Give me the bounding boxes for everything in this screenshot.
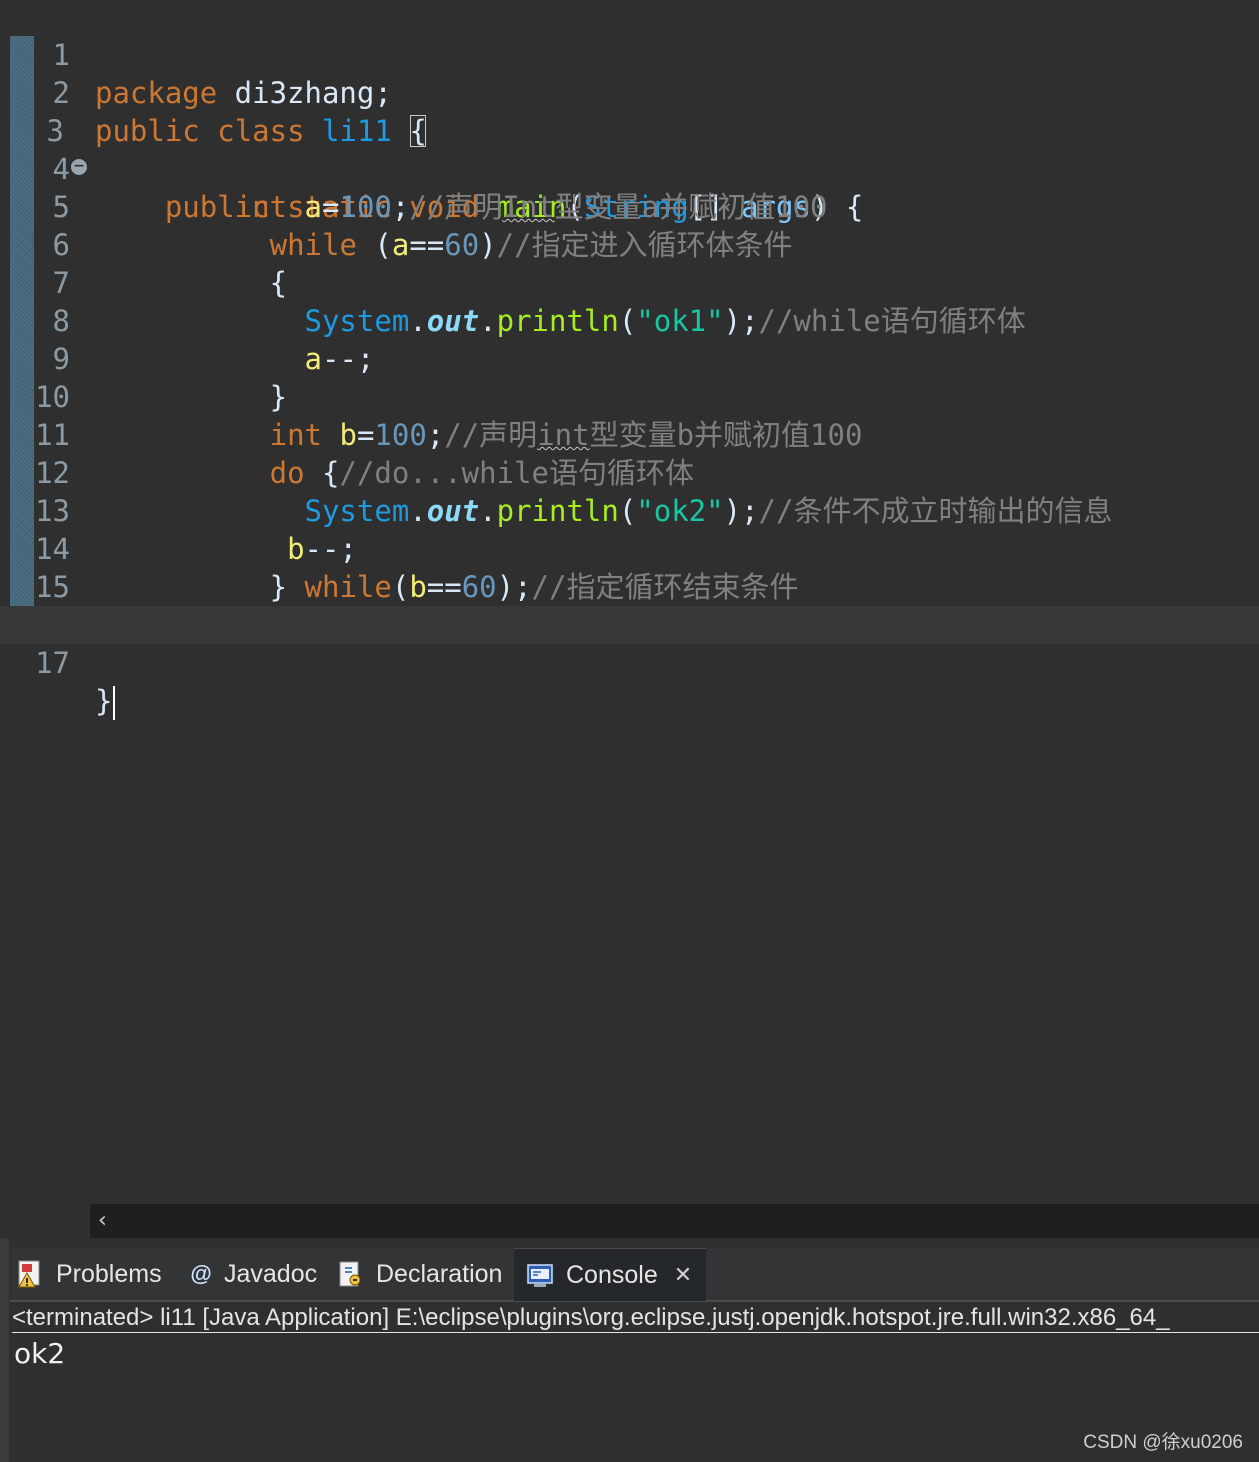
code-text: } (95, 682, 116, 720)
tab-problems[interactable]: Problems (16, 1248, 162, 1300)
tab-javadoc[interactable]: @ Javadoc (190, 1248, 317, 1300)
line-number: 17 (35, 646, 70, 680)
watermark: CSDN @徐xu0206 (1083, 1432, 1243, 1453)
console-icon (526, 1260, 554, 1290)
code-line-13[interactable]: 13 b--; (0, 454, 1259, 566)
problems-icon (16, 1259, 44, 1289)
horizontal-scrollbar[interactable]: ‹ (90, 1204, 1259, 1238)
tab-label: Problems (56, 1259, 162, 1288)
console-output-text[interactable]: ok2 (14, 1336, 65, 1372)
code-line-17-current[interactable]: 17 } (0, 606, 1259, 720)
close-icon[interactable]: ✕ (674, 1263, 692, 1288)
code-line-2[interactable]: 2 public class li11 { (0, 36, 1259, 148)
code-line-9[interactable]: 9 } (0, 302, 1259, 414)
code-line-14[interactable]: 14 } while(b==60);//指定循环结束条件 (0, 492, 1259, 604)
code-line-16[interactable]: 16 (0, 568, 1259, 642)
tab-label: Console (566, 1260, 658, 1289)
code-line-3[interactable]: 3 − public static void main(String[] arg… (0, 74, 1259, 224)
tab-console[interactable]: Console ✕ (514, 1248, 707, 1301)
code-editor[interactable]: 1 package di3zhang; 2 public class li11 … (0, 0, 1259, 1238)
scroll-left-arrow-icon[interactable]: ‹ (98, 1208, 107, 1233)
declaration-icon (336, 1259, 364, 1289)
bottom-panel: Problems @ Javadoc Declaration Console ✕… (10, 1240, 1259, 1462)
console-process-info: <terminated> li11 [Java Application] E:\… (12, 1304, 1259, 1333)
text-caret (113, 686, 116, 720)
code-line-6[interactable]: 6 { (0, 188, 1259, 300)
code-line-10[interactable]: 10 int b=100;//声明int型变量b并赋初值100 (0, 340, 1259, 452)
panel-tab-bar: Problems @ Javadoc Declaration Console ✕ (10, 1248, 1259, 1302)
code-line-12[interactable]: 12 System.out.println("ok2");//条件不成立时输出的… (0, 416, 1259, 528)
code-line-5[interactable]: 5 while (a==60)//指定进入循环体条件 (0, 150, 1259, 262)
tab-label: Declaration (376, 1259, 503, 1288)
code-line-4[interactable]: 4 int a=100;//声明Int型变量a并赋初值100 (0, 112, 1259, 224)
tab-label: Javadoc (224, 1259, 318, 1288)
code-line-11[interactable]: 11 do {//do...while语句循环体 (0, 378, 1259, 490)
code-line-1[interactable]: 1 package di3zhang; (0, 0, 1259, 110)
code-line-7[interactable]: 7 System.out.println("ok1");//while语句循环体 (0, 226, 1259, 338)
tab-declaration[interactable]: Declaration (336, 1248, 502, 1300)
code-line-8[interactable]: 8 a--; (0, 264, 1259, 376)
code-line-15[interactable]: 15 } (0, 530, 1259, 642)
javadoc-at-icon: @ (190, 1261, 212, 1286)
